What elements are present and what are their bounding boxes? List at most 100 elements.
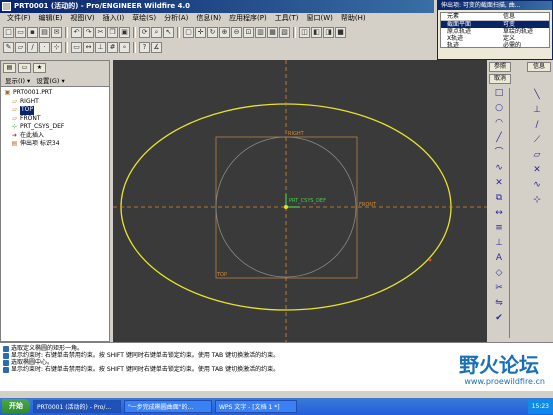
sketch-tool-icon[interactable]: ╲ [530, 89, 544, 102]
cut-icon[interactable]: ✂ [95, 26, 106, 38]
element-row[interactable]: X轨迹 定义 [441, 35, 549, 42]
hidden-line-icon[interactable]: ◧ [311, 26, 322, 38]
menu-item[interactable]: 信息(N) [192, 13, 225, 24]
datum-point-toggle-icon[interactable]: · [39, 41, 50, 53]
dimension-icon[interactable]: ↔ [492, 207, 506, 220]
sketch-canvas[interactable]: RIGHT TOP FRONT PRT_CSYS_DEF [113, 60, 487, 342]
references-button[interactable]: 参照 [489, 62, 511, 72]
element-info: 定义 [503, 35, 516, 42]
menu-item[interactable]: 分析(A) [160, 13, 192, 24]
cancel-button[interactable]: 取消 [489, 74, 511, 84]
line-icon[interactable]: ╱ [492, 132, 506, 145]
folder-browser-tab-icon[interactable]: ▭ [18, 63, 31, 73]
analysis-icon[interactable]: ∡ [151, 41, 162, 53]
sketch-view-icon[interactable]: ▭ [71, 41, 82, 53]
start-button[interactable]: 开始 [2, 399, 30, 414]
menu-item[interactable]: 帮助(H) [337, 13, 370, 24]
repaint-icon[interactable]: ▢ [183, 26, 194, 38]
csys-tool-icon[interactable]: ⊹ [530, 194, 544, 207]
menu-item[interactable]: 应用程序(P) [225, 13, 271, 24]
print-icon[interactable]: ▤ [39, 26, 50, 38]
csys-toggle-icon[interactable]: ⊹ [51, 41, 62, 53]
mirror-icon[interactable]: ⇋ [492, 297, 506, 310]
redo-icon[interactable]: ↷ [83, 26, 94, 38]
element-row[interactable]: 原点轨迹 草绘的轨迹 [441, 28, 549, 35]
wireframe-icon[interactable]: ◫ [299, 26, 310, 38]
spin-center-icon[interactable]: ✛ [195, 26, 206, 38]
curve-tool-icon[interactable]: ∿ [530, 179, 544, 192]
saved-views-icon[interactable]: ▥ [255, 26, 266, 38]
plane-tool-icon[interactable]: ▱ [530, 149, 544, 162]
undo-icon[interactable]: ↶ [71, 26, 82, 38]
tree-item[interactable]: ▤ 伸出项 标识34 [3, 140, 107, 149]
line-tool-icon[interactable]: ∕ [530, 119, 544, 132]
refit-icon[interactable]: ⊡ [243, 26, 254, 38]
email-icon[interactable]: ✉ [51, 26, 62, 38]
menu-item[interactable]: 插入(I) [99, 13, 129, 24]
orient-icon[interactable]: ↻ [207, 26, 218, 38]
info-button[interactable]: 信息 [527, 62, 551, 72]
taskbar-item[interactable]: WPS 文字 - [文档 1 *] [215, 400, 297, 413]
no-hidden-icon[interactable]: ◨ [323, 26, 334, 38]
text-icon[interactable]: A [492, 252, 506, 265]
datum-axis-toggle-icon[interactable]: / [27, 41, 38, 53]
tree-item[interactable]: ➜ 在此插入 [3, 132, 107, 141]
axis-tool-icon[interactable]: ⟋ [530, 134, 544, 147]
constraint-icon[interactable]: ⊥ [492, 237, 506, 250]
menu-item[interactable]: 工具(T) [271, 13, 303, 24]
tree-item[interactable]: ▱ TOP [3, 106, 107, 115]
tree-item[interactable]: ▱ RIGHT [3, 98, 107, 107]
point-icon[interactable]: ✕ [492, 177, 506, 190]
menu-item[interactable]: 草绘(S) [128, 13, 160, 24]
tree-item[interactable]: ▣ PRT0001.PRT [3, 89, 107, 98]
find-icon[interactable]: ⌕ [151, 26, 162, 38]
menu-item[interactable]: 窗口(W) [303, 13, 337, 24]
ellipse-center-point[interactable] [284, 205, 288, 209]
sketch-icon[interactable]: ✎ [3, 41, 14, 53]
menu-item[interactable]: 文件(F) [3, 13, 35, 24]
spline-icon[interactable]: ∿ [492, 162, 506, 175]
rectangle-icon[interactable]: □ [492, 87, 506, 100]
show-vertices-icon[interactable]: ∘ [119, 41, 130, 53]
select-icon[interactable]: ↖ [163, 26, 174, 38]
open-file-icon[interactable]: ▭ [15, 26, 26, 38]
show-dims-icon[interactable]: ↔ [83, 41, 94, 53]
regenerate-icon[interactable]: ⟳ [139, 26, 150, 38]
shading-icon[interactable]: ■ [335, 26, 346, 38]
tree-item[interactable]: ▱ FRONT [3, 115, 107, 124]
paste-icon[interactable]: ▣ [119, 26, 130, 38]
modify-icon[interactable]: ≡ [492, 222, 506, 235]
view-manager-icon[interactable]: ▧ [279, 26, 290, 38]
zoom-in-icon[interactable]: ⊕ [219, 26, 230, 38]
taskbar-item[interactable]: PRT0001 (活动的) - Pro/... [33, 400, 121, 413]
copy-icon[interactable]: ❐ [107, 26, 118, 38]
context-help-icon[interactable]: ? [139, 41, 150, 53]
new-file-icon[interactable]: □ [3, 26, 14, 38]
done-check-icon[interactable]: ✔ [492, 312, 506, 325]
show-grid-icon[interactable]: # [107, 41, 118, 53]
circle-icon[interactable]: ○ [492, 102, 506, 115]
trim-icon[interactable]: ✂ [492, 282, 506, 295]
datum-plane-toggle-icon[interactable]: ▱ [15, 41, 26, 53]
point-tool-icon[interactable]: ✕ [530, 164, 544, 177]
menu-item[interactable]: 视图(V) [66, 13, 98, 24]
constraint-tool-icon[interactable]: ⊥ [530, 104, 544, 117]
element-row[interactable]: 轨迹 必需的 [441, 42, 549, 49]
taskbar-item[interactable]: "一步完成椭圆曲面"的... [124, 400, 212, 413]
arc-icon[interactable]: ◠ [492, 117, 506, 130]
menu-item[interactable]: 编辑(E) [35, 13, 67, 24]
settings-menu[interactable]: 设置(G) ▾ [36, 76, 64, 85]
offset-icon[interactable]: ⧉ [492, 192, 506, 205]
zoom-out-icon[interactable]: ⊖ [231, 26, 242, 38]
favorites-tab-icon[interactable]: ★ [33, 63, 46, 73]
show-constraints-icon[interactable]: ⊥ [95, 41, 106, 53]
model-tree-tab-icon[interactable]: ▤ [3, 63, 16, 73]
show-menu[interactable]: 显示(I) ▾ [5, 76, 30, 85]
element-row[interactable]: 截面平面 可变 [441, 21, 549, 28]
palette-icon[interactable]: ◇ [492, 267, 506, 280]
tree-item[interactable]: ⊹ PRT_CSYS_DEF [3, 123, 107, 132]
save-icon[interactable]: ▪ [27, 26, 38, 38]
graphics-window[interactable]: RIGHT TOP FRONT PRT_CSYS_DEF [113, 60, 487, 342]
fillet-icon[interactable]: ⌒ [492, 147, 506, 160]
layers-icon[interactable]: ▦ [267, 26, 278, 38]
